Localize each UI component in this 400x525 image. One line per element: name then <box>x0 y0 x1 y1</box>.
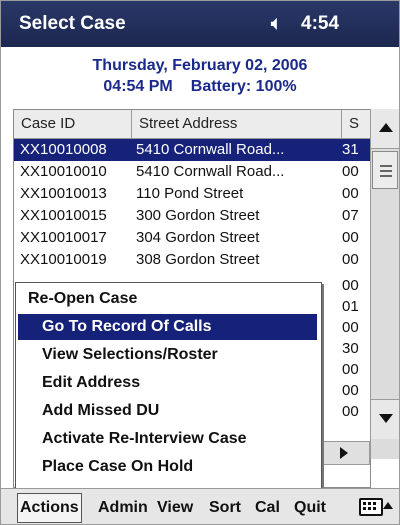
table-row[interactable]: XX10010008 5410 Cornwall Road... 31 <box>14 139 370 161</box>
status-cell: 01 <box>342 298 359 315</box>
status-cell: 31 <box>342 141 359 158</box>
caret-up-icon[interactable] <box>383 502 393 509</box>
menu-actions[interactable]: Actions <box>17 493 82 523</box>
list-header: Case ID Street Address S <box>14 110 370 139</box>
keyboard-icon[interactable] <box>359 498 383 516</box>
menu-admin[interactable]: Admin <box>98 496 148 520</box>
time-text: 04:54 PM <box>103 78 173 95</box>
column-header-s[interactable]: S <box>342 110 370 138</box>
menu-item-activate-re-interview-case[interactable]: Activate Re-Interview Case <box>18 426 317 452</box>
case-id-cell: XX10010010 <box>20 163 107 180</box>
status-cell: 00 <box>342 403 359 420</box>
speaker-icon[interactable]: 🔈︎ <box>271 13 282 34</box>
status-header: Thursday, February 02, 2006 04:54 PM Batt… <box>1 47 399 107</box>
status-cell: 07 <box>342 207 359 224</box>
status-cell: 00 <box>342 185 359 202</box>
device-screen: Select Case 🔈︎ 4:54 Thursday, February 0… <box>0 0 400 525</box>
table-row[interactable]: XX10010017 304 Gordon Street 00 <box>14 227 370 249</box>
table-row[interactable]: XX10010013 110 Pond Street 00 <box>14 183 370 205</box>
address-cell: 5410 Cornwall Road... <box>136 163 285 180</box>
menu-item-go-to-record-of-calls[interactable]: Go To Record Of Calls <box>18 314 317 340</box>
bottom-menu-bar: Actions Admin View Sort Cal Quit <box>1 488 399 524</box>
address-cell: 300 Gordon Street <box>136 207 260 224</box>
status-cell: 00 <box>342 163 359 180</box>
table-row[interactable]: XX10010010 5410 Cornwall Road... 00 <box>14 161 370 183</box>
menu-item-add-missed-du[interactable]: Add Missed DU <box>18 398 317 424</box>
menu-item-edit-address[interactable]: Edit Address <box>18 370 317 396</box>
vertical-scrollbar[interactable] <box>370 109 399 459</box>
menu-item-view-selections-roster[interactable]: View Selections/Roster <box>18 342 317 368</box>
menu-sort[interactable]: Sort <box>209 496 241 520</box>
scroll-thumb[interactable] <box>372 151 398 189</box>
case-id-cell: XX10010015 <box>20 207 107 224</box>
address-cell: 5410 Cornwall Road... <box>136 141 285 158</box>
scroll-right-button[interactable] <box>321 441 370 465</box>
status-cell: 00 <box>342 251 359 268</box>
scroll-down-button[interactable] <box>371 399 399 439</box>
case-id-cell: XX10010008 <box>20 141 107 158</box>
column-header-street-address[interactable]: Street Address <box>132 110 342 138</box>
title-bar: Select Case 🔈︎ 4:54 <box>1 1 399 47</box>
menu-item-place-case-on-hold[interactable]: Place Case On Hold <box>18 454 317 480</box>
actions-popup-menu: Re-Open Case Go To Record Of Calls View … <box>15 282 322 490</box>
column-header-case-id[interactable]: Case ID <box>14 110 132 138</box>
menu-view[interactable]: View <box>157 496 193 520</box>
menu-quit[interactable]: Quit <box>294 496 326 520</box>
arrow-up-icon <box>379 123 393 132</box>
table-row[interactable]: XX10010015 300 Gordon Street 07 <box>14 205 370 227</box>
address-cell: 110 Pond Street <box>136 185 244 202</box>
menu-item-re-open-case[interactable]: Re-Open Case <box>18 286 317 312</box>
clock[interactable]: 4:54 <box>301 13 339 35</box>
status-cell: 00 <box>342 319 359 336</box>
case-id-cell: XX10010017 <box>20 229 107 246</box>
status-cell: 30 <box>342 340 359 357</box>
date-text: Thursday, February 02, 2006 <box>92 57 308 74</box>
address-cell: 304 Gordon Street <box>136 229 260 246</box>
status-cell: 00 <box>342 277 359 294</box>
status-cell: 00 <box>342 229 359 246</box>
case-id-cell: XX10010013 <box>20 185 107 202</box>
window-title: Select Case <box>19 13 126 34</box>
table-row[interactable]: XX10010019 308 Gordon Street 00 <box>14 249 370 271</box>
battery-text: Battery: 100% <box>190 78 297 95</box>
case-id-cell: XX10010019 <box>20 251 107 268</box>
arrow-right-icon <box>340 447 348 459</box>
status-cell: 00 <box>342 361 359 378</box>
address-cell: 308 Gordon Street <box>136 251 260 268</box>
status-cell: 00 <box>342 382 359 399</box>
scroll-up-button[interactable] <box>371 109 399 149</box>
menu-cal[interactable]: Cal <box>255 496 280 520</box>
arrow-down-icon <box>379 414 393 423</box>
